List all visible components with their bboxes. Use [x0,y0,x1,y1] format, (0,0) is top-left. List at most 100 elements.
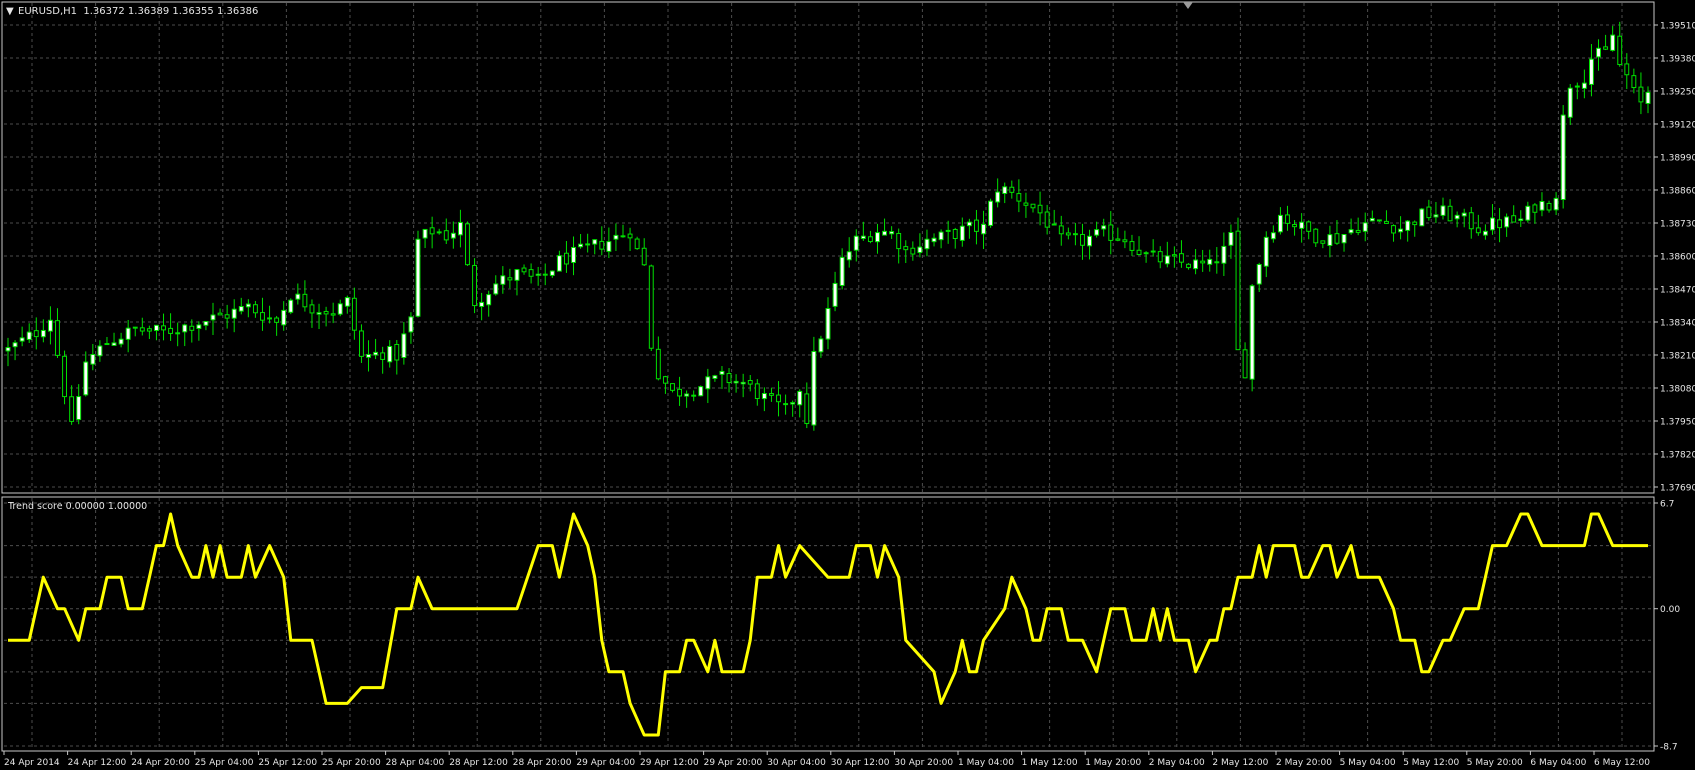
candle-bull [493,283,499,295]
chart-window: 1.39510 1.39380 1.39250 1.39120 1.38990 1.388… [0,0,1695,770]
candle-bear [634,238,640,250]
candle-bear [1108,224,1114,241]
candle-bear [662,376,668,384]
candle-bear [1115,238,1121,241]
candle-bear [528,269,534,277]
candle-bear [1497,219,1502,229]
candle-bull [860,235,866,240]
time-tick-label: 29 Apr 04:00 [576,758,635,768]
candle-bull [1164,255,1170,265]
candle-bear [655,348,661,380]
price-tick-label: 1.39380 [1660,55,1695,65]
candle-bull [486,294,492,306]
candle-bull [1539,200,1545,211]
candle-bull [1405,220,1411,231]
candle-bear [429,227,435,235]
candle-bear [302,293,308,308]
candle-bear [1306,221,1312,232]
candle-bear [1016,193,1022,202]
candle-bear [1624,63,1630,76]
candle-bear [1426,206,1432,219]
trend-tick-label: 0.00 [1660,605,1680,615]
candle-bull [1207,258,1213,265]
candle-bear [1157,251,1163,263]
time-tick-label: 25 Apr 20:00 [322,758,381,768]
candle-bull [47,319,53,332]
candle-bear [465,223,470,266]
time-tick-label: 6 May 04:00 [1530,758,1586,768]
candle-bull [620,235,626,238]
trend-tick-label: -8.7 [1660,743,1678,753]
candle-bull [1101,225,1107,230]
candle-bull [1376,219,1382,222]
candle-bull [1454,214,1460,220]
candle-bull [1094,229,1100,236]
candle-bull [408,316,414,333]
candle-bear [804,393,810,425]
candle-bear [1023,202,1029,206]
candle-bear [691,394,697,397]
candle-bear [1129,241,1135,251]
price-tick-label: 1.39250 [1660,88,1695,98]
candle-bear [1617,35,1623,66]
trend-tick-label: 6.7 [1660,500,1674,510]
price-tick-label: 1.37950 [1660,418,1695,428]
time-tick-label: 2 May 12:00 [1212,758,1268,768]
candle-bull [401,333,407,359]
candle-bear [599,240,605,250]
candle-bull [1518,218,1524,222]
candle-bear [1468,212,1474,230]
candle-bear [436,231,442,234]
candle-bull [712,375,718,379]
price-header-arrow[interactable]: ▼ [6,6,14,17]
candle-bull [238,306,244,312]
chart-background [0,0,1695,770]
candle-bull [811,350,817,426]
candle-bull [1610,34,1616,51]
candle-bull [1525,205,1531,221]
time-tick-label: 30 Apr 12:00 [831,758,890,768]
candle-bear [359,330,364,357]
candle-bull [182,324,188,333]
candle-bear [641,247,647,266]
price-y-axis: 1.39510 1.39380 1.39250 1.39120 1.38990 1.388… [1654,22,1695,494]
candle-bull [203,320,209,326]
candle-bull [1490,217,1495,231]
candle-bear [1334,233,1340,244]
candle-bull [1150,250,1156,253]
candle-bull [846,251,852,261]
candle-bull [995,191,1001,203]
candle-bull [1440,205,1446,216]
time-tick-label: 30 Apr 20:00 [894,758,953,768]
candle-bull [1574,85,1580,88]
candle-bear [351,297,357,331]
candle-bear [1242,349,1248,379]
chart-canvas[interactable]: 1.39510 1.39380 1.39250 1.39120 1.38990 1.388… [0,0,1695,770]
candle-bull [875,232,880,243]
candle-bear [1200,260,1206,264]
candle-bull [853,235,859,251]
price-tick-label: 1.38990 [1660,154,1695,164]
candle-bear [1143,252,1149,255]
candle-bear [132,326,138,329]
candle-bear [648,265,654,349]
candle-bear [754,383,760,400]
candle-bull [959,225,965,241]
price-tick-label: 1.38080 [1660,385,1695,395]
time-tick-label: 28 Apr 12:00 [449,758,508,768]
candle-bull [479,301,485,307]
candle-bull [981,223,986,235]
candle-bull [931,237,937,243]
candle-bull [790,402,796,405]
candle-bear [945,229,951,232]
candle-bull [1051,223,1057,226]
candle-bull [175,332,181,335]
candle-bull [1327,234,1333,246]
candle-bear [380,352,386,360]
candle-bear [783,403,789,406]
candle-bear [224,314,230,319]
candle-bull [196,324,202,329]
price-tick-label: 1.37820 [1660,451,1695,461]
candle-bull [1567,87,1573,118]
candle-bull [966,221,972,227]
